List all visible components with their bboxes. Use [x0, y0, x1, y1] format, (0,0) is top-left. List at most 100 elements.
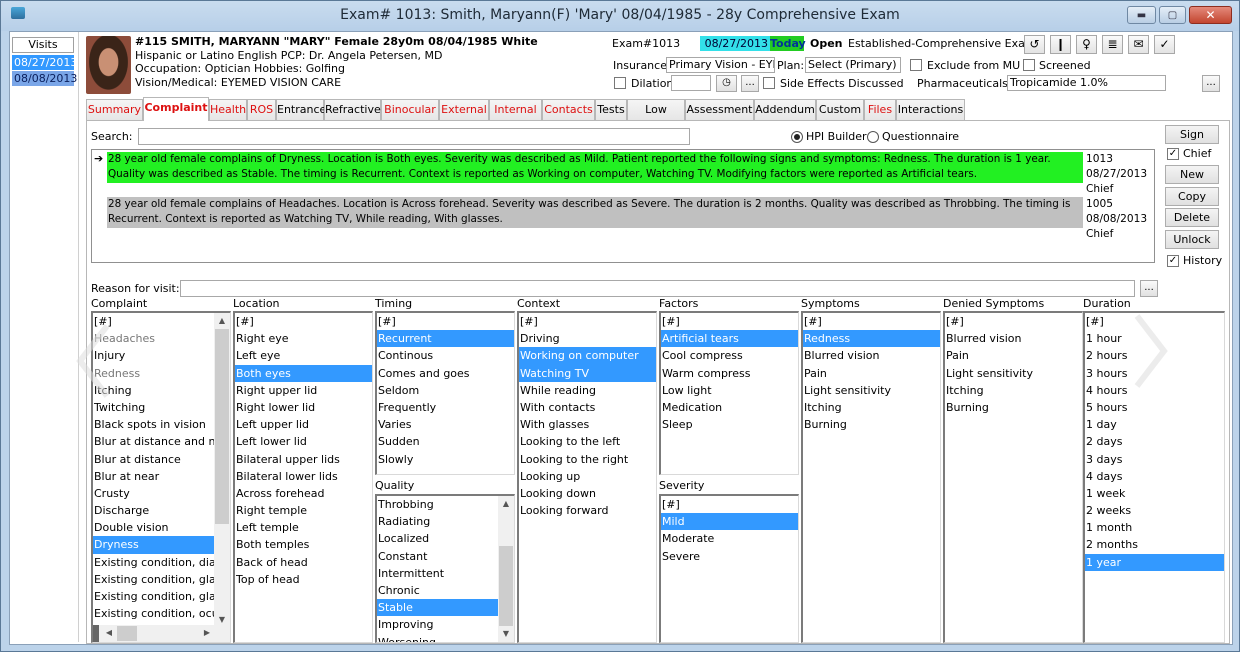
location-option[interactable]: Both temples [235, 536, 372, 553]
location-option[interactable]: Right temple [235, 502, 372, 519]
symptoms-option[interactable]: Light sensitivity [803, 382, 940, 399]
symptoms-option[interactable]: Itching [803, 399, 940, 416]
severity-listbox[interactable]: [#] Mild Moderate Severe [659, 494, 799, 643]
quality-option[interactable]: Chronic [377, 582, 498, 599]
close-button[interactable]: ✕ [1189, 6, 1232, 24]
sign-button[interactable]: Sign [1165, 125, 1219, 144]
complaint-option[interactable]: Blur at near [93, 468, 214, 485]
scroll-up-icon[interactable]: ▲ [498, 496, 514, 512]
complaint-option[interactable]: Twitching [93, 399, 214, 416]
screened-checkbox[interactable] [1023, 59, 1035, 71]
duration-option[interactable]: 2 months [1085, 536, 1224, 553]
questionnaire-radio[interactable] [867, 131, 879, 143]
context-option[interactable]: Looking up [519, 468, 656, 485]
location-option[interactable]: [#] [235, 313, 372, 330]
factors-option[interactable]: [#] [661, 313, 798, 330]
tab-entrance[interactable]: Entrance [276, 99, 326, 120]
context-option[interactable]: Looking to the left [519, 433, 656, 450]
scroll-right-icon[interactable]: ▶ [199, 625, 215, 641]
context-option[interactable]: With glasses [519, 416, 656, 433]
factors-option[interactable]: Medication [661, 399, 798, 416]
context-option[interactable]: Looking to the right [519, 451, 656, 468]
symptoms-option[interactable]: Pain [803, 365, 940, 382]
tab-internal[interactable]: Internal [489, 99, 542, 120]
duration-option[interactable]: 4 days [1085, 468, 1224, 485]
denied-option[interactable]: [#] [945, 313, 1082, 330]
timing-option[interactable]: Continous [377, 347, 514, 364]
complaint-option[interactable]: Dryness [93, 536, 214, 554]
timing-option[interactable]: Comes and goes [377, 365, 514, 382]
quality-option[interactable]: Constant [377, 548, 498, 565]
timing-option[interactable]: [#] [377, 313, 514, 330]
location-option[interactable]: Left temple [235, 519, 372, 536]
visits-header[interactable]: Visits [12, 37, 74, 53]
duration-option[interactable]: 1 year [1085, 553, 1224, 571]
timing-listbox[interactable]: [#] Recurrent Continous Comes and goes Seldo… [375, 311, 515, 475]
tab-binocular[interactable]: Binocular [381, 99, 439, 120]
timing-option[interactable]: Recurrent [377, 330, 514, 348]
pharmaceuticals-field[interactable]: Tropicamide 1.0% [1007, 75, 1166, 91]
tab-files[interactable]: Files [864, 99, 896, 120]
complaint-option[interactable]: Discharge [93, 502, 214, 519]
tab-contacts[interactable]: Contacts [542, 99, 595, 120]
symptoms-option[interactable]: Redness [803, 330, 940, 348]
unlock-button[interactable]: Unlock [1165, 230, 1219, 249]
location-option[interactable]: Across forehead [235, 485, 372, 502]
factors-option[interactable]: Low light [661, 382, 798, 399]
quality-option[interactable]: Stable [377, 599, 498, 617]
complaint-option[interactable]: Existing condition, diabe [93, 554, 214, 571]
tab-addendum[interactable]: Addendum [754, 99, 816, 120]
quality-option[interactable]: Intermittent [377, 565, 498, 582]
scroll-thumb[interactable] [93, 625, 99, 642]
severity-option[interactable]: Moderate [661, 530, 798, 547]
hpi-entry-prior[interactable]: 28 year old female complains of Headache… [107, 197, 1083, 228]
tab-tests[interactable]: Tests [595, 99, 627, 120]
factors-option[interactable]: Artificial tears [661, 330, 798, 348]
tab-external[interactable]: External [439, 99, 489, 120]
timing-option[interactable]: Varies [377, 416, 514, 433]
context-option[interactable]: While reading [519, 382, 656, 399]
location-option[interactable]: Left upper lid [235, 416, 372, 433]
title-bar[interactable]: Exam# 1013: Smith, Maryann(F) 'Mary' 08/… [1, 1, 1239, 31]
complaint-option[interactable]: Existing condition, glauc [93, 571, 214, 588]
scroll-thumb[interactable] [117, 626, 137, 641]
hpi-list[interactable]: ➔ 28 year old female complains of Drynes… [91, 149, 1155, 263]
history-checkbox[interactable]: ✓ [1167, 255, 1179, 267]
duration-option[interactable]: 1 day [1085, 416, 1224, 433]
pin-button[interactable]: ♀ [1076, 35, 1097, 54]
denied-symptoms-listbox[interactable]: [#] Blurred vision Pain Light sensitivity It… [943, 311, 1083, 643]
quality-option[interactable]: Improving [377, 616, 498, 633]
tab-assessment[interactable]: Assessment [685, 99, 754, 120]
chief-checkbox[interactable]: ✓ [1167, 148, 1179, 160]
denied-option[interactable]: Blurred vision [945, 330, 1082, 347]
location-option[interactable]: Right upper lid [235, 382, 372, 399]
dilation-more-button[interactable]: ... [741, 75, 759, 92]
visit-item[interactable]: 08/08/2013 [12, 71, 77, 86]
reason-more-button[interactable]: ... [1140, 280, 1158, 297]
pharmaceuticals-more-button[interactable]: ... [1202, 75, 1220, 92]
factors-option[interactable]: Sleep [661, 416, 798, 433]
context-option[interactable]: Looking forward [519, 502, 656, 519]
complaint-option[interactable]: Black spots in vision [93, 416, 214, 433]
complaint-vscrollbar[interactable]: ▲ ▼ [214, 313, 230, 628]
symptoms-option[interactable]: Burning [803, 416, 940, 433]
factors-option[interactable]: Cool compress [661, 347, 798, 364]
hpi-entry-current[interactable]: 28 year old female complains of Dryness.… [107, 152, 1083, 183]
tab-summary[interactable]: Summary [86, 99, 143, 120]
tab-custom[interactable]: Custom [816, 99, 864, 120]
complaint-hscrollbar[interactable]: ◀ ▶ [93, 625, 230, 642]
denied-option[interactable]: Pain [945, 347, 1082, 364]
context-option[interactable]: With contacts [519, 399, 656, 416]
previous-chevron-icon[interactable] [75, 321, 115, 401]
duration-option[interactable]: 1 week [1085, 485, 1224, 502]
context-option[interactable]: Driving [519, 330, 656, 347]
duration-option[interactable]: 2 days [1085, 433, 1224, 450]
location-listbox[interactable]: [#] Right eye Left eye Both eyes Right upper… [233, 311, 373, 643]
severity-option[interactable]: Mild [661, 513, 798, 531]
scroll-left-icon[interactable]: ◀ [101, 625, 117, 641]
sign-check-button[interactable]: ✓ [1154, 35, 1175, 54]
location-option[interactable]: Bilateral upper lids [235, 451, 372, 468]
timing-option[interactable]: Frequently [377, 399, 514, 416]
quality-vscrollbar[interactable]: ▲ ▼ [498, 496, 514, 642]
delete-button[interactable]: Delete [1165, 208, 1219, 227]
